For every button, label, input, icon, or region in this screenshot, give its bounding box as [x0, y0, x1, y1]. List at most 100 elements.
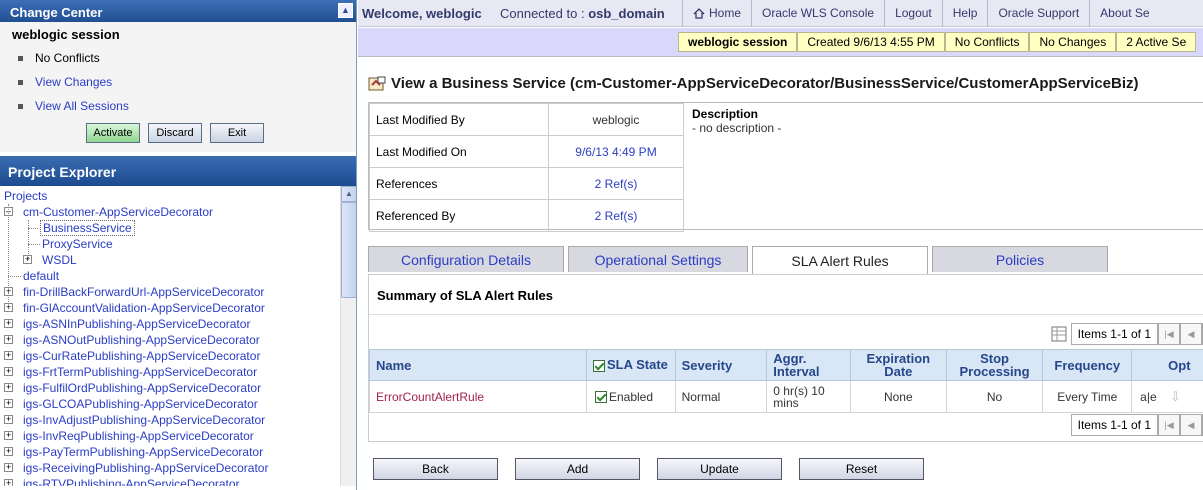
tree-label: igs-ReceivingPublishing-AppServiceDecora…	[23, 461, 269, 475]
view-changes-link[interactable]: View Changes	[35, 75, 112, 89]
about-link[interactable]: About Se	[1089, 0, 1159, 27]
tree-node[interactable]: + fin-GlAccountValidation-AppServiceDecor…	[0, 300, 340, 316]
plus-icon[interactable]: +	[4, 399, 13, 408]
tree-label: igs-CurRatePublishing-AppServiceDecorato…	[23, 349, 261, 363]
first-page-icon[interactable]: |◀	[1158, 414, 1180, 436]
tab-configuration-details[interactable]: Configuration Details	[368, 246, 564, 272]
prop-value-link[interactable]: 9/6/13 4:49 PM	[548, 135, 684, 168]
col-options[interactable]: Opt	[1131, 349, 1203, 381]
tree-node[interactable]: + igs-ReceivingPublishing-AppServiceDecor…	[0, 460, 340, 476]
tree-node[interactable]: + igs-RTVPublishing-AppServiceDecorator	[0, 476, 340, 486]
tree-node-default[interactable]: default	[0, 268, 340, 284]
tab-operational-settings[interactable]: Operational Settings	[568, 246, 748, 272]
top-bar: Welcome, weblogic Connected to : osb_dom…	[358, 0, 1203, 27]
status-active-sessions: 2 Active Se	[1116, 32, 1197, 52]
col-severity[interactable]: Severity	[674, 349, 768, 381]
references-link[interactable]: 2 Ref(s)	[548, 167, 684, 200]
logout-link[interactable]: Logout	[884, 0, 942, 27]
move-down-icon[interactable]: ⇩	[1170, 389, 1181, 404]
tree-node[interactable]: + fin-DrillBackForwardUrl-AppServiceDecor…	[0, 284, 340, 300]
collapse-icon[interactable]: ▲	[338, 3, 353, 18]
plus-icon[interactable]: +	[4, 415, 13, 424]
description-label: Description	[692, 107, 759, 121]
explorer-scrollbar[interactable]: ▲	[340, 186, 356, 486]
tree-node-cm-customer[interactable]: – cm-Customer-AppServiceDecorator	[0, 204, 340, 220]
tree-node[interactable]: + igs-InvAdjustPublishing-AppServiceDecor…	[0, 412, 340, 428]
table-settings-icon[interactable]	[1051, 326, 1067, 342]
tree-node[interactable]: + igs-FrtTermPublishing-AppServiceDecorat…	[0, 364, 340, 380]
plus-icon[interactable]: +	[4, 335, 13, 344]
scroll-thumb[interactable]	[341, 202, 356, 298]
properties-panel: Last Modified By weblogic Last Modified O…	[368, 102, 1203, 232]
prev-page-icon[interactable]: ◀	[1180, 323, 1202, 345]
prev-page-icon[interactable]: ◀	[1180, 414, 1202, 436]
page-title-text: View a Business Service (cm-Customer-App…	[391, 75, 1139, 92]
referenced-by-link[interactable]: 2 Ref(s)	[548, 199, 684, 232]
col-expiration-date[interactable]: Expiration Date	[849, 349, 947, 381]
plus-icon[interactable]: +	[4, 479, 13, 486]
plus-icon[interactable]: +	[4, 319, 13, 328]
tree-node[interactable]: + igs-GLCOAPublishing-AppServiceDecorator	[0, 396, 340, 412]
col-name[interactable]: Name	[369, 349, 587, 381]
tab-sla-alert-rules[interactable]: SLA Alert Rules	[752, 246, 928, 274]
change-center-title: Change Center	[10, 5, 103, 20]
prop-key: Last Modified By	[369, 103, 549, 136]
table-row: Referenced By 2 Ref(s)	[369, 199, 684, 232]
tree-label: igs-InvReqPublishing-AppServiceDecorator	[23, 429, 254, 443]
tree-node[interactable]: + igs-ASNOutPublishing-AppServiceDecorato…	[0, 332, 340, 348]
plus-icon[interactable]: +	[4, 463, 13, 472]
description-text: - no description -	[692, 121, 782, 135]
oracle-support-link[interactable]: Oracle Support	[987, 0, 1089, 27]
select-all-checkbox[interactable]	[592, 359, 605, 372]
tree-node-businessservice[interactable]: BusinessService	[0, 220, 340, 236]
plus-icon[interactable]: +	[4, 447, 13, 456]
update-button[interactable]: Update	[657, 458, 782, 480]
session-name: weblogic session	[12, 27, 120, 42]
pager-text: Items 1-1 of 1	[1070, 323, 1158, 345]
tree-projects[interactable]: Projects	[0, 188, 340, 204]
plus-icon[interactable]: +	[4, 351, 13, 360]
activate-button[interactable]: Activate	[86, 123, 140, 143]
tree-label: igs-ASNOutPublishing-AppServiceDecorator	[23, 333, 260, 347]
rule-name-link[interactable]: ErrorCountAlertRule	[369, 380, 587, 413]
page-title: View a Business Service (cm-Customer-App…	[368, 75, 1139, 92]
sla-state-checkbox[interactable]	[594, 391, 607, 404]
sla-summary-section: Summary of SLA Alert Rules Items 1-1 of …	[368, 274, 1203, 442]
list-item: View All Sessions	[18, 94, 356, 118]
col-stop-processing[interactable]: Stop Processing	[945, 349, 1044, 381]
tab-policies[interactable]: Policies	[932, 246, 1108, 272]
plus-icon[interactable]: +	[4, 383, 13, 392]
tree-node-proxyservice[interactable]: ProxyService	[0, 236, 340, 252]
tree-node[interactable]: + igs-InvReqPublishing-AppServiceDecorato…	[0, 428, 340, 444]
col-sla-state[interactable]: SLA State	[585, 349, 676, 381]
scroll-up-icon[interactable]: ▲	[341, 186, 356, 202]
home-link[interactable]: Home	[682, 0, 751, 27]
table-row: Last Modified On 9/6/13 4:49 PM	[369, 135, 684, 168]
col-frequency[interactable]: Frequency	[1042, 349, 1133, 381]
exit-button[interactable]: Exit	[210, 123, 264, 143]
tree-node[interactable]: + igs-ASNInPublishing-AppServiceDecorator	[0, 316, 340, 332]
first-page-icon[interactable]: |◀	[1158, 323, 1180, 345]
tree-label: igs-FulfilOrdPublishing-AppServiceDecora…	[23, 381, 262, 395]
app-window: Change Center ▲ weblogic session No Conf…	[0, 0, 1203, 490]
bullet-icon	[18, 79, 23, 85]
discard-button[interactable]: Discard	[148, 123, 202, 143]
add-button[interactable]: Add	[515, 458, 640, 480]
reset-button[interactable]: Reset	[799, 458, 924, 480]
plus-icon[interactable]: +	[4, 367, 13, 376]
options-cell: a|e ⇩	[1131, 380, 1203, 413]
tree-node-wsdl[interactable]: + WSDL	[0, 252, 340, 268]
tree-label: igs-RTVPublishing-AppServiceDecorator	[23, 477, 240, 486]
tree-node[interactable]: + igs-FulfilOrdPublishing-AppServiceDecor…	[0, 380, 340, 396]
col-aggr-interval[interactable]: Aggr. Interval	[766, 349, 851, 381]
tree-label: BusinessService	[40, 220, 135, 236]
tree-node[interactable]: + igs-PayTermPublishing-AppServiceDecorat…	[0, 444, 340, 460]
plus-icon[interactable]: +	[4, 431, 13, 440]
help-link[interactable]: Help	[941, 0, 988, 27]
domain-name: osb_domain	[588, 5, 665, 21]
view-all-sessions-link[interactable]: View All Sessions	[35, 99, 129, 113]
wls-console-link[interactable]: Oracle WLS Console	[751, 0, 884, 27]
home-label: Home	[709, 6, 742, 20]
tree-node[interactable]: + igs-CurRatePublishing-AppServiceDecorat…	[0, 348, 340, 364]
back-button[interactable]: Back	[373, 458, 498, 480]
